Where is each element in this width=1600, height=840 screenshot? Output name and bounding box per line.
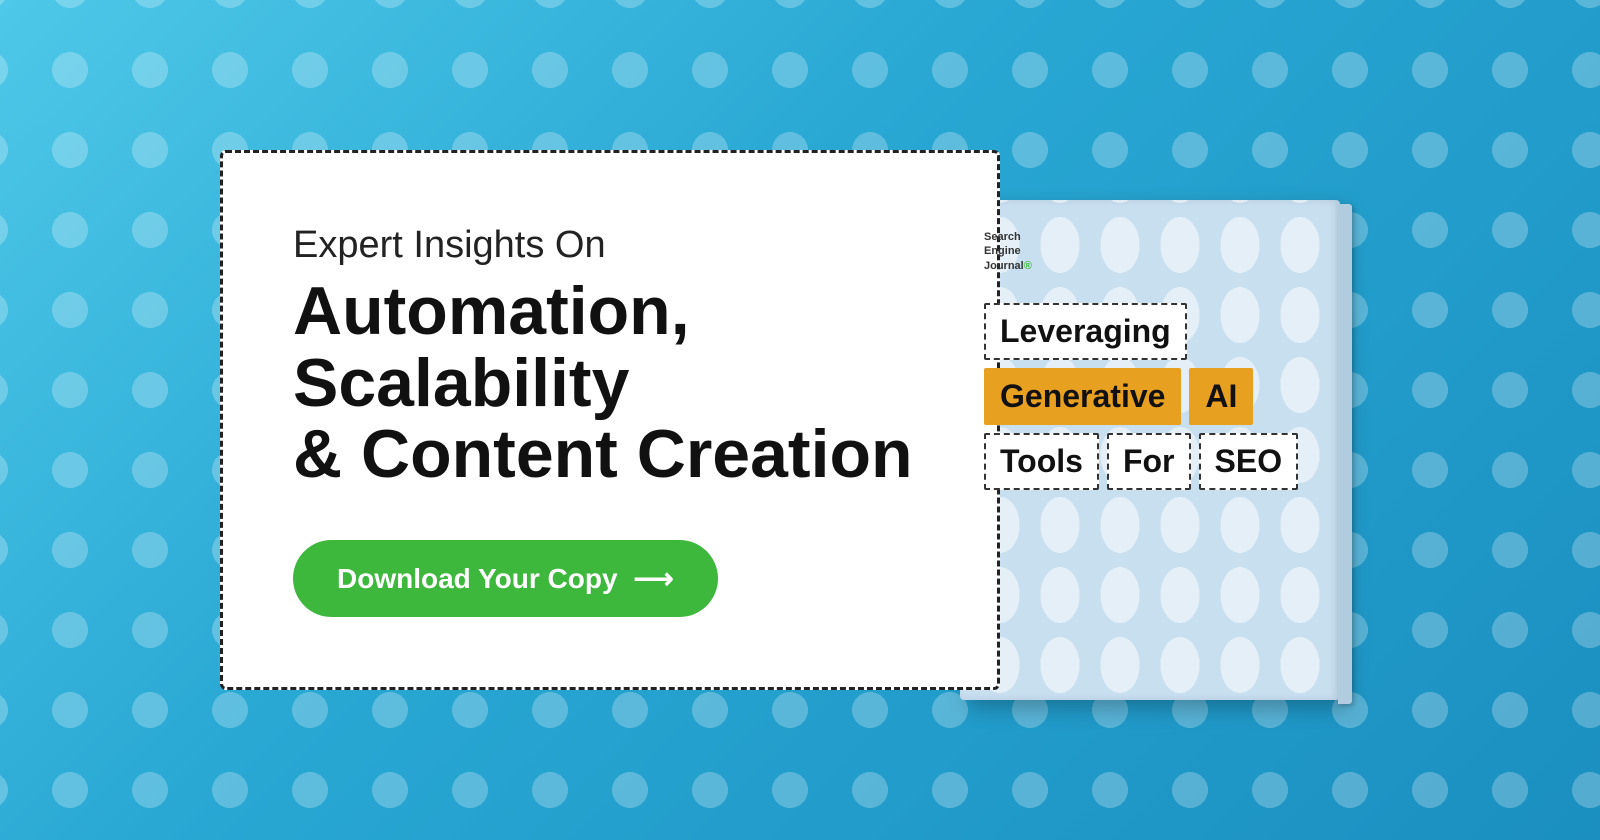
arrow-icon: ⟶	[634, 562, 674, 595]
book-word-leveraging: Leveraging	[984, 303, 1187, 360]
book-cover: Search Engine Journal® Leveraging Genera…	[960, 200, 1340, 700]
book-container: Search Engine Journal® Leveraging Genera…	[960, 200, 1380, 700]
download-button[interactable]: Download Your Copy ⟶	[293, 540, 718, 617]
book-title-block: Leveraging Generative AI Tools For SEO	[984, 303, 1316, 490]
book-title-row-2: Generative AI	[984, 368, 1316, 425]
brand-engine: Engine	[984, 245, 1021, 257]
card-subtitle: Expert Insights On	[293, 223, 927, 269]
card-title: Automation, Scalability & Content Creati…	[293, 276, 927, 490]
brand-trademark: ®	[1024, 260, 1032, 272]
book-title-row-1: Leveraging	[984, 303, 1316, 360]
card-title-line1: Automation, Scalability	[293, 273, 690, 420]
book-title-row-3: Tools For SEO	[984, 433, 1316, 490]
brand-journal: Journal	[984, 260, 1024, 272]
main-container: Expert Insights On Automation, Scalabili…	[150, 140, 1450, 700]
book-word-ai: AI	[1189, 368, 1253, 425]
book-word-generative: Generative	[984, 368, 1181, 425]
download-button-label: Download Your Copy	[337, 563, 618, 595]
book-word-seo: SEO	[1199, 433, 1299, 490]
book-content: Search Engine Journal® Leveraging Genera…	[984, 230, 1316, 490]
card-title-line2: & Content Creation	[293, 416, 913, 492]
book-word-tools: Tools	[984, 433, 1099, 490]
book-brand: Search Engine Journal®	[984, 230, 1316, 273]
book-word-for: For	[1107, 433, 1191, 490]
promo-card: Expert Insights On Automation, Scalabili…	[220, 150, 1000, 690]
brand-search: Search	[984, 231, 1021, 243]
